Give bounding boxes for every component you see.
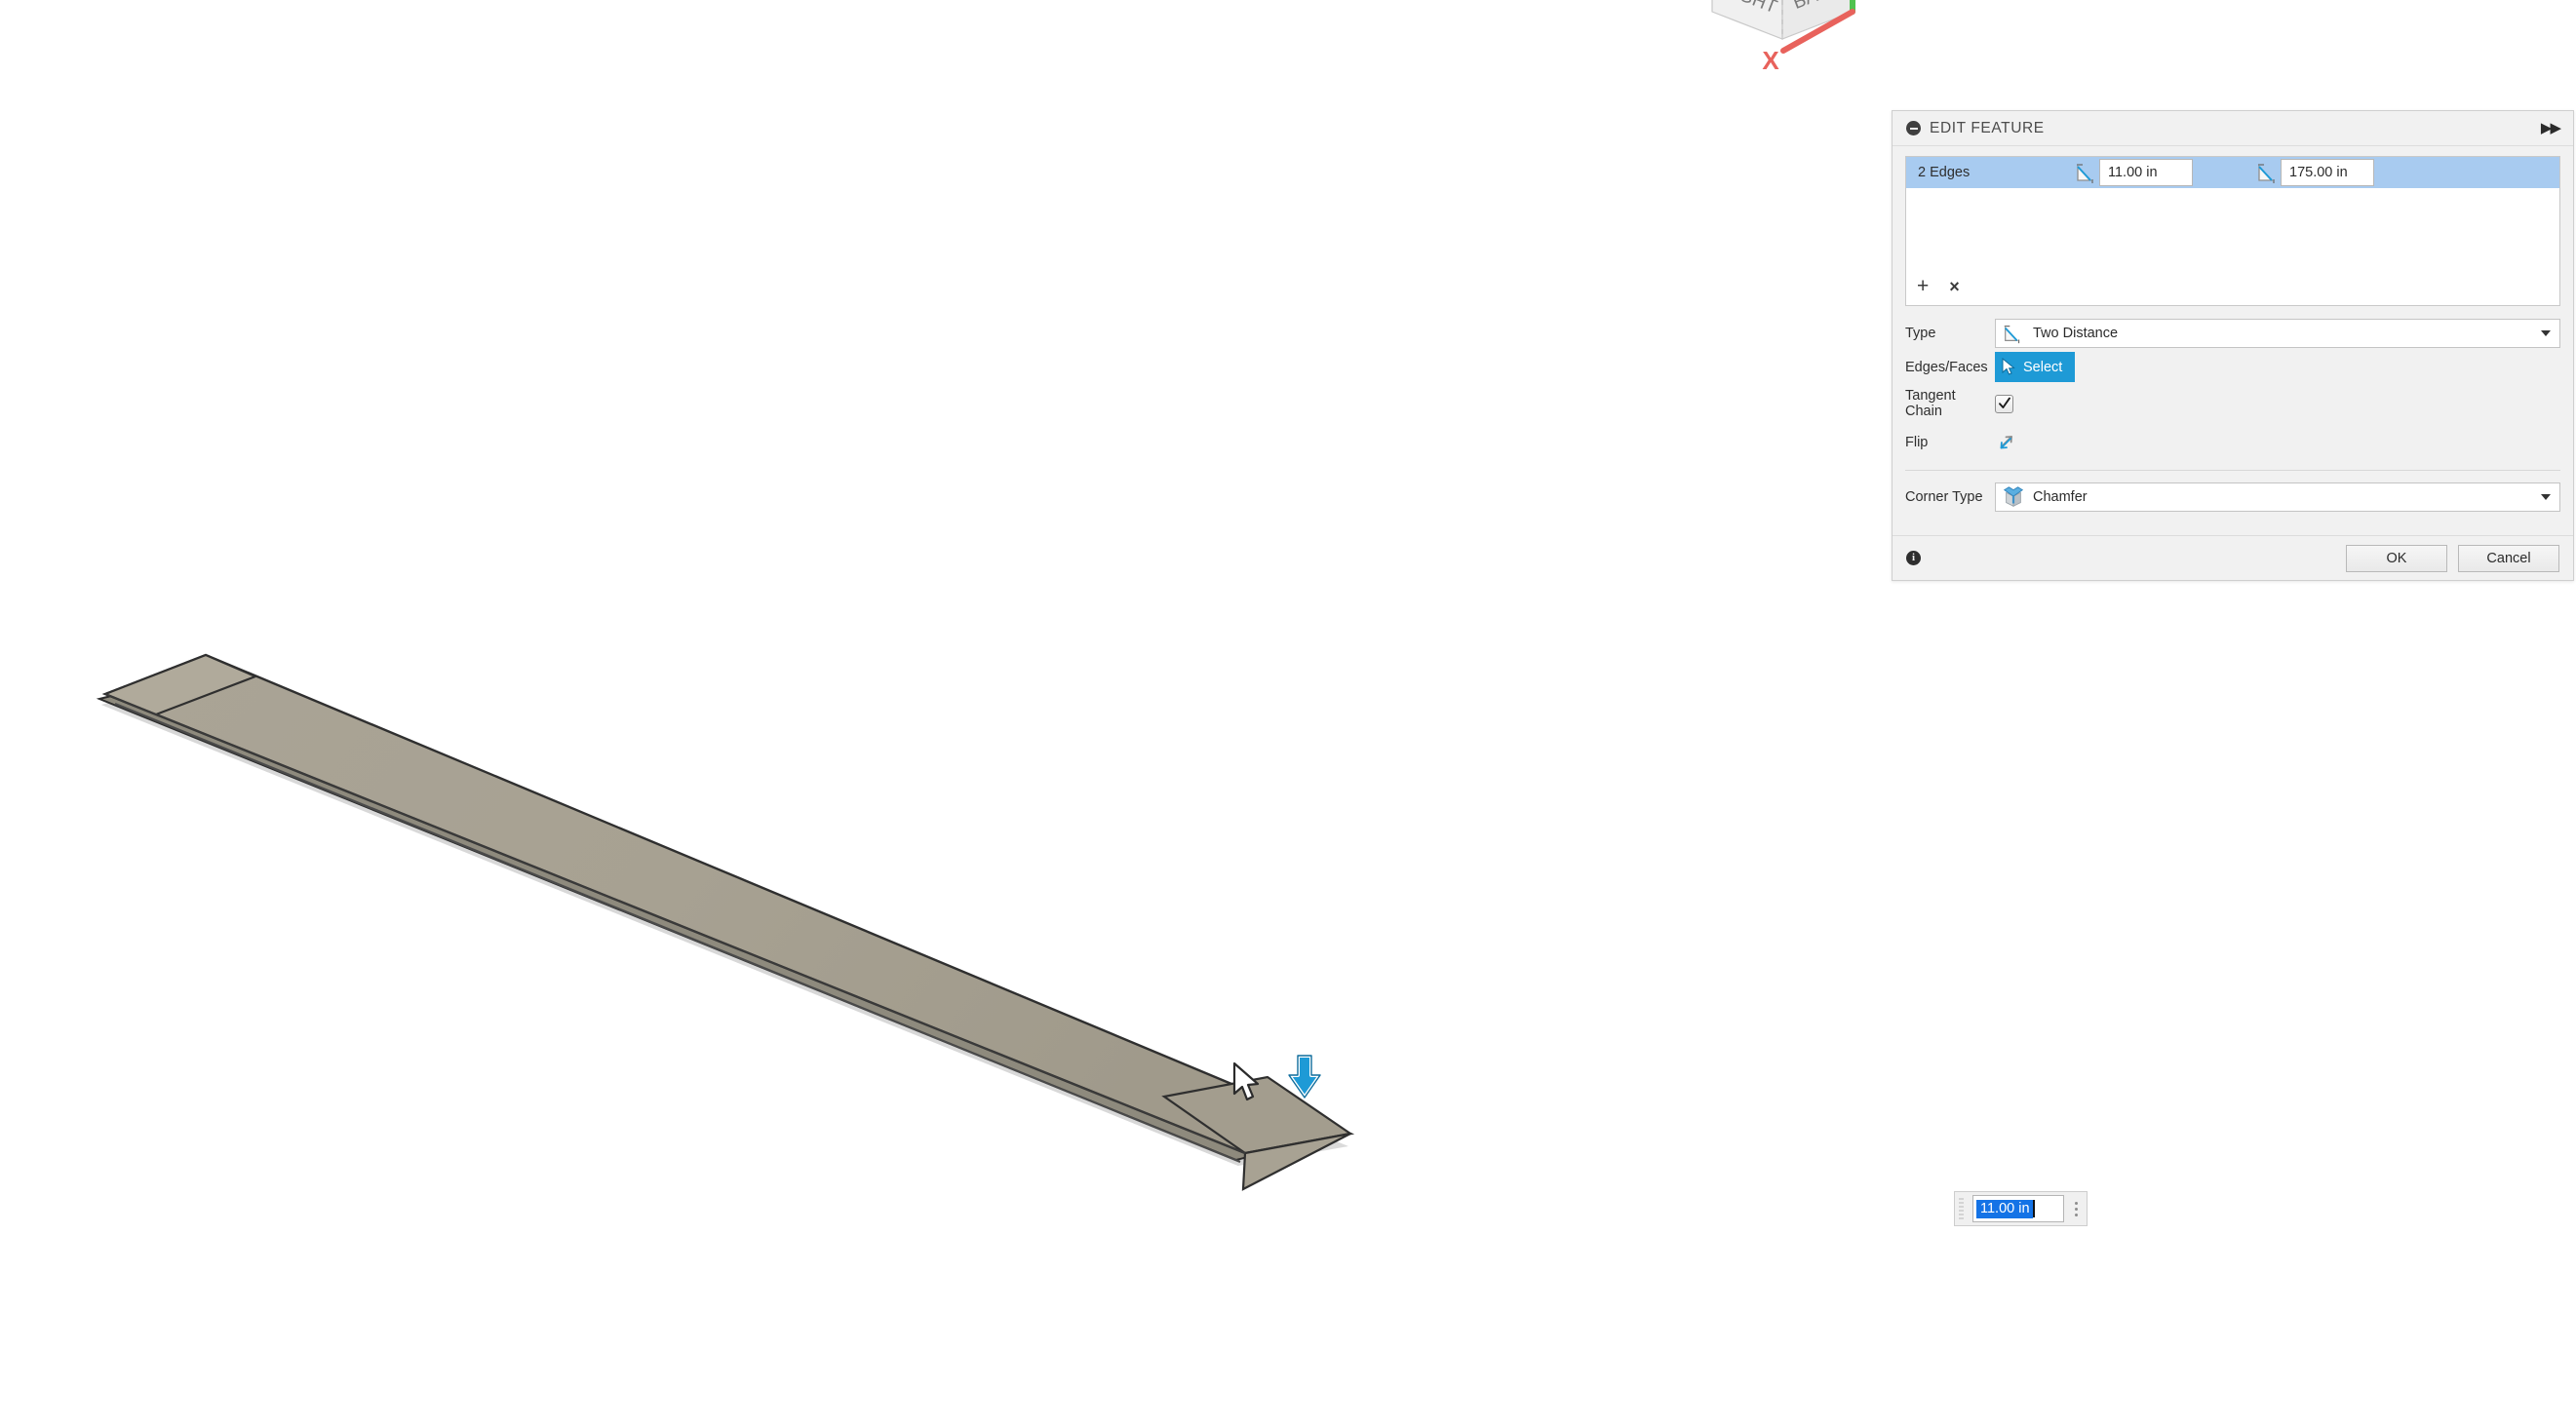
cad-application-window: RIGHT BACK X EDIT FEATURE ▶▶ 2 Edges [0, 0, 2576, 1427]
field-row-type: Type Two Distance [1905, 318, 2560, 348]
ok-button[interactable]: OK [2346, 544, 2447, 572]
text-caret [2032, 1200, 2035, 1217]
model-top-face[interactable] [101, 653, 1355, 1155]
corner-chamfer-icon [2003, 485, 2024, 507]
kebab-menu-icon[interactable] [2067, 1194, 2085, 1223]
control-flip [1995, 431, 2560, 454]
flip-arrows-icon[interactable] [1995, 431, 2018, 454]
control-edges-faces: Select [1995, 352, 2560, 382]
field-row-flip: Flip [1905, 427, 2560, 457]
panel-footer: i OK Cancel [1893, 535, 2573, 580]
info-icon[interactable]: i [1906, 551, 1921, 565]
label-corner-type: Corner Type [1905, 488, 1983, 505]
panel-form: Type Two Distance Edges/Faces Select Tan… [1893, 306, 2573, 457]
distance2-group[interactable]: 175.00 in [2255, 159, 2374, 186]
control-tangent-chain [1995, 394, 2560, 413]
chamfer-distance-icon [2258, 164, 2275, 183]
control-corner-type: Chamfer [1995, 482, 2560, 512]
remove-selection-button[interactable]: × [1949, 278, 1960, 295]
corner-type-dropdown[interactable]: Chamfer [1995, 482, 2560, 512]
double-chevron-right-icon[interactable]: ▶▶ [2541, 121, 2561, 135]
select-button[interactable]: Select [1995, 352, 2076, 382]
type-dropdown[interactable]: Two Distance [1995, 318, 2560, 348]
corner-type-value: Chamfer [2033, 488, 2088, 505]
mouse-cursor-icon [1232, 1061, 1260, 1101]
view-cube-axis-x-label: X [1762, 46, 1779, 75]
label-edges-faces: Edges/Faces [1905, 359, 1988, 375]
field-row-corner-type: Corner Type Chamfer [1905, 482, 2560, 512]
field-row-tangent-chain: Tangent Chain [1905, 388, 2560, 419]
floating-dimension-input[interactable]: 11.00 in [1954, 1191, 2088, 1226]
chevron-down-icon[interactable] [2541, 329, 2551, 336]
model-lower-edge-line [114, 702, 1241, 1164]
3d-viewport[interactable]: RIGHT BACK X [0, 0, 1882, 1427]
view-cube[interactable]: RIGHT BACK X [1677, 0, 1882, 96]
chevron-down-icon[interactable] [2541, 493, 2551, 500]
drag-grip-icon[interactable] [1957, 1194, 1970, 1223]
selection-list[interactable]: 2 Edges 11.00 in 175.00 in + × [1905, 156, 2560, 306]
field-row-edges-faces: Edges/Faces Select [1905, 352, 2560, 382]
label-flip: Flip [1905, 434, 1929, 450]
checkmark-icon [1998, 397, 2010, 408]
panel-body: 2 Edges 11.00 in 175.00 in + × [1893, 146, 2573, 306]
dimension-value-text: 11.00 in [1976, 1199, 2033, 1218]
dimension-value-field[interactable]: 11.00 in [1972, 1195, 2064, 1222]
panel-title: EDIT FEATURE [1930, 119, 2045, 136]
selection-actions: + × [1917, 276, 1960, 296]
model-tangent-edge-line [104, 693, 1246, 1154]
type-value: Two Distance [2033, 325, 2119, 341]
3d-model-body[interactable] [0, 0, 1882, 1427]
down-arrow-manipulator-icon[interactable] [1284, 1052, 1325, 1102]
chamfer-two-distance-icon [2004, 325, 2020, 343]
cursor-arrow-icon [2002, 358, 2015, 375]
table-row[interactable]: 2 Edges 11.00 in 175.00 in [1906, 157, 2559, 188]
panel-header[interactable]: EDIT FEATURE ▶▶ [1893, 111, 2573, 146]
corner-type-section: Corner Type Chamfer [1893, 471, 2573, 522]
minus-circle-icon[interactable] [1906, 121, 1921, 135]
select-button-label: Select [2023, 359, 2063, 375]
edit-feature-panel[interactable]: EDIT FEATURE ▶▶ 2 Edges 11.00 in 175.00 … [1892, 110, 2574, 581]
label-tangent-chain: Tangent Chain [1905, 388, 1956, 419]
add-selection-button[interactable]: + [1917, 276, 1929, 296]
distance1-group[interactable]: 11.00 in [2074, 159, 2193, 186]
label-type: Type [1905, 325, 1936, 341]
distance2-input[interactable]: 175.00 in [2281, 159, 2374, 186]
distance1-input[interactable]: 11.00 in [2099, 159, 2193, 186]
tangent-chain-checkbox[interactable] [1995, 394, 2013, 413]
control-type: Two Distance [1995, 318, 2560, 348]
selection-count-label: 2 Edges [1918, 165, 1971, 180]
chamfer-distance-icon [2077, 164, 2093, 183]
cancel-button[interactable]: Cancel [2458, 544, 2559, 572]
